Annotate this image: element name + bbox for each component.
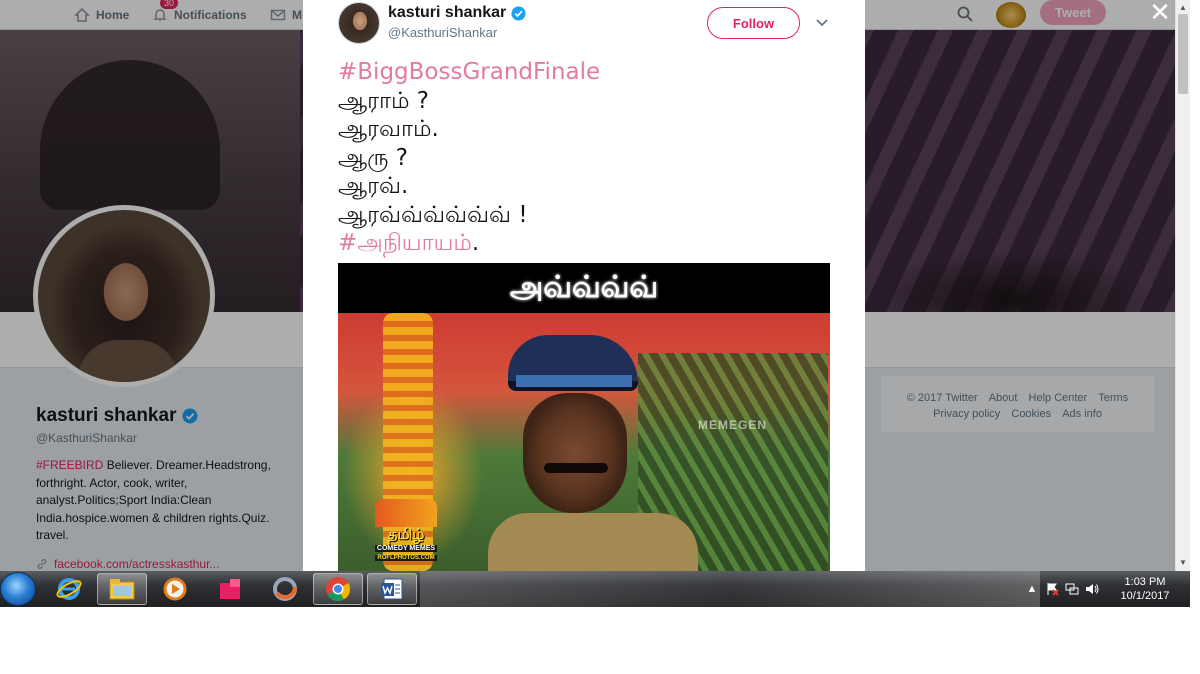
meme-caption: அவ்வ்வ்வ் <box>338 263 830 313</box>
media-player-icon <box>163 577 187 601</box>
meme-logo-subtitle: COMEDY MEMES <box>375 545 437 552</box>
verified-badge-icon <box>511 5 526 21</box>
tweet-text: #BiggBossGrandFinale ஆராம் ? ஆரவாம். ஆரு… <box>338 58 838 258</box>
meme-logo-banner <box>375 499 437 527</box>
clock-time: 1:03 PM <box>1124 576 1166 588</box>
taskbar-clock[interactable]: 1:03 PM 10/1/2017 <box>1110 575 1180 603</box>
tweet-author-name-row: kasturi shankar <box>388 4 526 22</box>
tweet-hashtag-biggboss[interactable]: #BiggBossGrandFinale <box>338 58 838 87</box>
taskbar-pink-app[interactable] <box>205 573 255 605</box>
meme-person-face <box>523 393 627 513</box>
tweet-author-avatar[interactable] <box>338 2 380 44</box>
start-orb-icon[interactable] <box>0 572 36 606</box>
windows-taskbar: ▲ 1:03 PM 10/1/2017 <box>0 571 1190 607</box>
close-icon[interactable]: ✕ <box>1148 0 1172 25</box>
page-scrollbar[interactable]: ▲ ▼ <box>1175 0 1190 571</box>
meme-photo: MEMEGEN தமிழ் COMEDY MEMES ROFLPHOTOS.CO… <box>338 313 830 571</box>
chevron-down-icon[interactable] <box>814 14 830 30</box>
meme-person-uniform <box>488 513 698 571</box>
taskbar-media-player[interactable] <box>150 573 200 605</box>
taskbar-background-blur <box>420 571 1040 607</box>
taskbar-ie[interactable] <box>44 573 94 605</box>
tray-expand-icon[interactable]: ▲ <box>1025 582 1039 596</box>
tweet-hashtag-suffix: . <box>471 230 480 256</box>
tweet-hashtag-aniyayam[interactable]: #அநியாயம் <box>338 230 472 256</box>
tweet-meme-image[interactable]: அவ்வ்வ்வ் MEMEGEN தமிழ் COMEDY MEMES ROF… <box>338 263 830 571</box>
folder-icon <box>109 579 135 600</box>
tamil-comedy-memes-logo: தமிழ் COMEDY MEMES ROFLPHOTOS.COM <box>375 499 437 571</box>
taskbar-word[interactable] <box>367 573 417 605</box>
tweet-author-handle: @KasthuriShankar <box>388 25 498 40</box>
tweet-author-name[interactable]: kasturi shankar <box>388 4 506 22</box>
tweet-line: ஆரவ்வ்வ்வ்வ்வ் ! <box>338 201 528 228</box>
taskbar-firefox[interactable] <box>260 573 310 605</box>
tweet-detail-modal: kasturi shankar @KasthuriShankar Follow … <box>303 0 865 571</box>
tweet-line: ஆரவாம். <box>338 116 439 142</box>
meme-person-mustache <box>544 463 608 473</box>
meme-cap-band <box>516 375 632 387</box>
clock-date: 10/1/2017 <box>1120 590 1170 602</box>
meme-logo-site: ROFLPHOTOS.COM <box>375 555 437 561</box>
network-icon[interactable] <box>1065 582 1079 596</box>
meme-logo-text: தமிழ் <box>387 525 425 543</box>
pink-app-icon <box>220 579 240 599</box>
firefox-icon <box>273 577 297 601</box>
taskbar-chrome[interactable] <box>313 573 363 605</box>
follow-button[interactable]: Follow <box>707 7 800 39</box>
flag-icon[interactable] <box>1045 582 1059 596</box>
tweet-line: ஆரு ? <box>338 144 408 171</box>
tweet-line: ஆரவ். <box>338 173 409 199</box>
speaker-icon[interactable] <box>1085 582 1099 596</box>
taskbar-explorer[interactable] <box>97 573 147 605</box>
word-icon <box>381 578 403 600</box>
scrollbar-thumb[interactable] <box>1178 14 1188 94</box>
chrome-icon <box>326 577 350 602</box>
screen: Home Notifications 30 M Tweet kasturi sh… <box>0 0 1200 674</box>
scroll-up-arrow-icon[interactable]: ▲ <box>1179 3 1187 12</box>
tweet-hashtag-row: #அநியாயம். <box>338 229 838 258</box>
meme-watermark: MEMEGEN <box>698 418 768 432</box>
tweet-line: ஆராம் ? <box>338 87 430 114</box>
ie-icon <box>56 578 82 600</box>
scroll-down-arrow-icon[interactable]: ▼ <box>1179 558 1187 567</box>
